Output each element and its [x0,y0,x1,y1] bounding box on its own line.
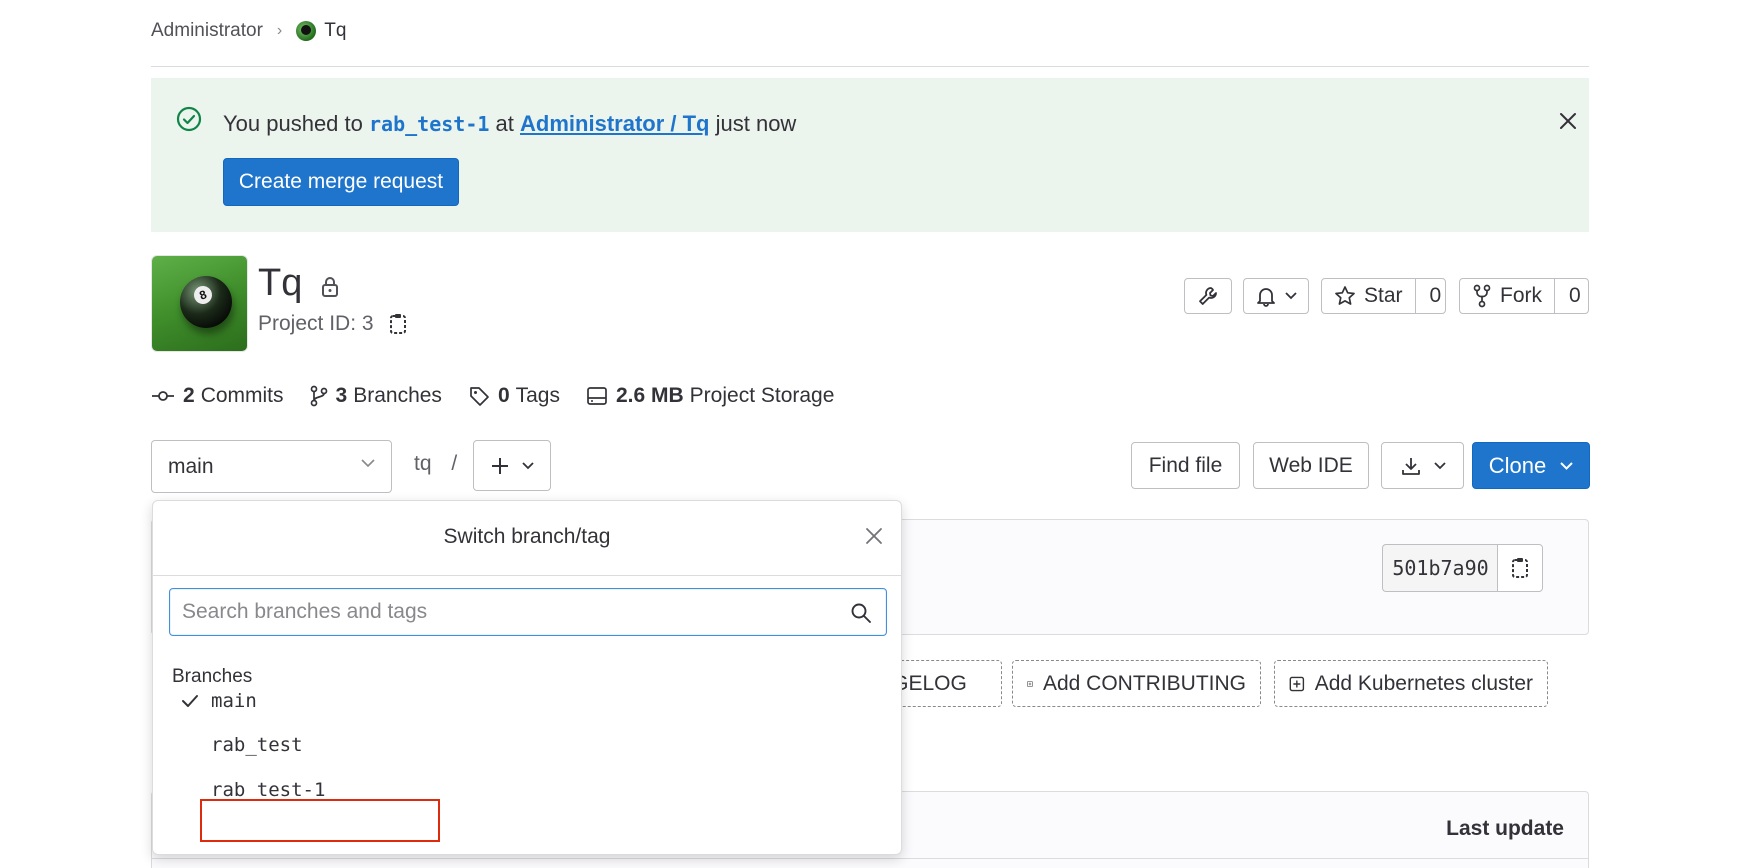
switch-branch-dropdown: Switch branch/tag Branches main rab_test… [152,500,902,855]
alert-message: You pushed to rab_test-1 at Administrato… [223,106,796,142]
project-id: Project ID: 3 [258,312,408,336]
commits-count: 2 [183,384,195,407]
branches-link[interactable]: 3 Branches [310,384,442,408]
commits-link[interactable]: 2 Commits [151,384,284,408]
branch-search[interactable] [169,588,887,636]
breadcrumb-parent[interactable]: Administrator [151,20,263,42]
chevron-down-icon [1285,292,1297,300]
tags-count: 0 [497,384,510,407]
tags-label: Tags [515,384,560,407]
storage-size: 2.6 MB [615,384,684,407]
kubernetes-label: Add Kubernetes cluster [1314,671,1533,695]
repo-path: tq / [414,452,457,476]
repo-path-root[interactable]: tq [414,452,432,475]
download-icon [1401,457,1420,475]
alert-prefix: You pushed to [223,111,363,136]
notifications-button[interactable] [1243,278,1309,314]
branch-icon [310,385,327,407]
find-file-button[interactable]: Find file [1131,442,1240,489]
fork-count[interactable]: 0 [1554,279,1595,313]
branch-item-rab-test[interactable]: rab_test [169,724,887,766]
dropdown-title: Switch branch/tag [443,525,611,548]
branch-item-rab-test-1[interactable]: rab_test-1 [169,769,887,811]
plus-square-icon [1289,676,1305,691]
tag-icon [470,387,489,406]
star-button[interactable]: Star 0 [1321,278,1446,314]
contributing-label: Add CONTRIBUTING [1042,671,1246,695]
plus-icon [492,457,508,474]
create-merge-request-button[interactable]: Create merge request [223,158,459,206]
breadcrumb-current[interactable]: Tq [324,20,346,42]
chevron-right-icon: › [276,22,283,39]
alert-project-link[interactable]: Administrator / Tq [520,111,709,136]
add-kubernetes-button[interactable]: Add Kubernetes cluster [1274,660,1548,707]
project-name: Tq [258,262,303,304]
chevron-down-icon [1560,461,1573,470]
project-id-text: Project ID: 3 [258,312,374,335]
alert-branch: rab_test-1 [369,112,490,136]
close-icon [1560,113,1576,129]
storage-link[interactable]: 2.6 MB Project Storage [586,384,834,408]
close-alert-button[interactable] [1553,106,1583,136]
branch-selector-value: main [168,454,214,478]
close-dropdown-button[interactable] [865,527,883,545]
branches-count: 3 [335,384,348,407]
branch-item-label: rab_test-1 [211,779,326,801]
project-title: Tq [258,262,340,305]
breadcrumb: Administrator › Tq [151,18,346,44]
plus-square-icon [1027,680,1033,687]
push-alert: You pushed to rab_test-1 at Administrato… [151,78,1589,232]
project-stats: 2 Commits 3 Branches 0 Tags 2.6 MB Proje… [151,380,860,412]
chevron-down-icon [1433,461,1446,469]
check-circle-icon [176,106,202,132]
last-update-header: Last update [1446,817,1564,840]
branch-item-label: rab_test [211,734,303,756]
commits-label: Commits [200,384,284,407]
settings-button[interactable] [1184,278,1232,314]
branch-selector[interactable]: main [151,440,392,493]
commit-icon [152,391,174,401]
branches-label: Branches [353,384,442,407]
commit-sha[interactable]: 501b7a90 [1382,544,1498,592]
project-avatar [151,255,248,352]
close-icon [866,528,882,544]
wrench-icon [1199,287,1217,305]
storage-icon [587,387,607,405]
star-label: Star [1364,284,1403,307]
fork-icon [1473,284,1491,308]
branch-item-label: main [211,690,257,712]
add-contributing-button[interactable]: Add CONTRIBUTING [1012,660,1261,707]
chevron-down-icon [361,459,375,468]
dropdown-divider [153,575,901,576]
check-icon [169,694,211,708]
copy-id-icon[interactable] [388,312,408,336]
alert-suffix: just now [715,111,797,136]
lock-icon [320,275,340,299]
copy-sha-button[interactable] [1497,544,1543,592]
branch-item-main[interactable]: main [169,680,887,722]
fork-button[interactable]: Fork 0 [1459,278,1589,314]
header-divider [151,66,1589,67]
download-button[interactable] [1381,442,1464,489]
search-icon [850,602,872,624]
alert-at: at [495,111,514,136]
web-ide-button[interactable]: Web IDE [1253,442,1369,489]
bell-icon [1257,288,1275,307]
star-icon [1335,286,1355,305]
star-count[interactable]: 0 [1414,279,1456,313]
path-separator: / [451,452,458,475]
branch-search-input[interactable] [182,600,822,624]
fork-label: Fork [1500,284,1542,307]
tags-link[interactable]: 0 Tags [468,384,560,408]
copy-icon [1512,558,1528,578]
clone-button[interactable]: Clone [1472,442,1590,489]
chevron-down-icon [522,461,534,469]
clone-label: Clone [1488,452,1547,478]
add-to-tree-button[interactable] [473,440,551,491]
storage-label: Project Storage [689,384,835,407]
project-avatar-small[interactable] [296,21,317,41]
